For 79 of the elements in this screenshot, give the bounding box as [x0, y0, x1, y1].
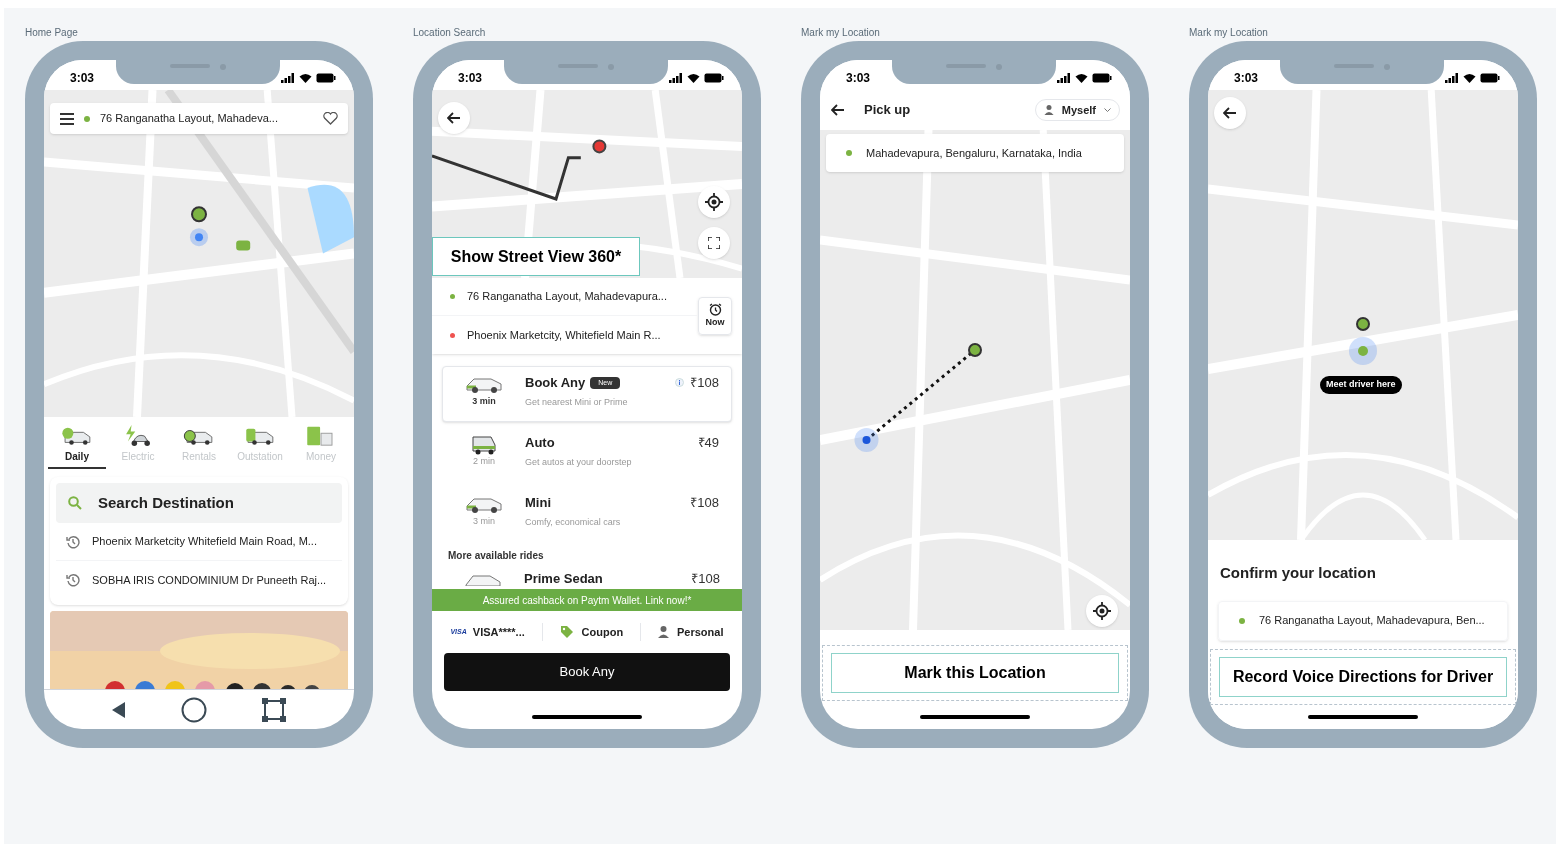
frame-caption: Home Page — [25, 27, 79, 39]
signal-icon — [1445, 73, 1459, 83]
back-arrow-icon — [447, 112, 461, 124]
book-button[interactable]: Book Any — [444, 653, 730, 691]
menu-icon[interactable] — [60, 112, 74, 125]
schedule-button[interactable]: Now — [698, 297, 732, 335]
pickup-address[interactable]: Mahadevapura, Bengaluru, Karnataka, India — [866, 144, 1082, 162]
pickup-address[interactable]: 76 Ranganatha Layout, Mahadevapura... — [467, 288, 667, 305]
locate-icon — [1093, 602, 1111, 620]
signal-icon — [281, 73, 295, 83]
ride-price: ₹108 — [690, 494, 719, 512]
ride-name: Auto — [525, 434, 555, 452]
ride-option[interactable]: 2 min Auto Get autos at your doorstep ₹49 — [442, 426, 732, 482]
search-destination-button[interactable]: Search Destination — [56, 483, 342, 523]
chevron-down-icon — [1104, 107, 1111, 113]
search-icon — [68, 496, 82, 510]
wifi-icon — [687, 73, 700, 83]
back-arrow-icon — [831, 104, 845, 116]
history-icon — [66, 573, 80, 587]
status-time: 3:03 — [458, 70, 483, 87]
alarm-clock-icon — [708, 302, 722, 316]
primary-button[interactable]: Mark this Location — [831, 653, 1119, 693]
pickup-address[interactable]: 76 Ranganatha Layout, Mahadevapura, Ben... — [1259, 612, 1485, 629]
ride-price: ₹108 — [691, 570, 720, 589]
primary-button[interactable]: Record Voice Directions for Driver — [1219, 656, 1507, 697]
back-icon[interactable] — [111, 701, 126, 718]
status-time: 3:03 — [70, 70, 95, 87]
coupon-button[interactable]: Coupon — [559, 623, 624, 641]
pickup-address[interactable]: 76 Ranganatha Layout, Mahadeva... — [100, 110, 278, 127]
battery-icon — [704, 73, 724, 83]
home-icon[interactable] — [181, 696, 207, 723]
tag-icon — [559, 625, 574, 639]
screen-title: Pick up — [864, 101, 911, 120]
heart-icon[interactable] — [323, 112, 338, 125]
locate-icon — [705, 193, 723, 211]
ride-description: Get nearest Mini or Prime — [525, 395, 629, 409]
back-arrow-icon — [1223, 107, 1237, 119]
battery-icon — [1092, 73, 1112, 83]
car-icon — [463, 572, 503, 586]
ride-name: Prime Sedan — [523, 570, 604, 589]
back-button[interactable] — [830, 102, 846, 118]
profile-button[interactable]: Personal — [658, 623, 724, 641]
fullscreen-icon — [708, 237, 720, 249]
wifi-icon — [1075, 73, 1088, 83]
eta-text: 3 min — [473, 515, 495, 528]
drop-address[interactable]: Phoenix Marketcity, Whitefield Main R... — [467, 326, 661, 344]
service-tab[interactable]: Daily — [48, 425, 106, 469]
section-heading: More available rides — [447, 549, 545, 563]
signal-icon — [669, 73, 683, 83]
wifi-icon — [299, 73, 312, 83]
ride-price: ₹49 — [697, 434, 719, 452]
eta-text: 2 min — [473, 455, 495, 468]
person-icon — [1043, 105, 1054, 115]
eta-text: 3 min — [472, 395, 496, 408]
person-icon — [658, 626, 669, 638]
ride-description: Comfy, economical cars — [525, 515, 622, 529]
wifi-icon — [1463, 73, 1476, 83]
ride-name: Book Any — [525, 374, 586, 392]
ride-description: Get autos at your doorstep — [525, 455, 633, 469]
ride-option[interactable]: 3 min Mini Comfy, economical cars ₹108 — [442, 486, 732, 542]
auto-rickshaw-icon — [469, 433, 499, 455]
recent-place[interactable]: Phoenix Marketcity Whitefield Main Road, M... — [92, 533, 317, 550]
recents-icon[interactable] — [262, 697, 287, 722]
history-icon — [66, 534, 80, 549]
frame-caption: Mark my Location — [801, 27, 881, 39]
pin-tooltip: Meet driver here — [1320, 376, 1402, 394]
status-time: 3:03 — [1234, 70, 1259, 87]
street-view-button[interactable]: Show Street View 360* — [432, 237, 640, 276]
sheet-heading: Confirm your location — [1219, 563, 1377, 583]
status-time: 3:03 — [846, 70, 871, 87]
frame-caption: Location Search — [413, 27, 487, 39]
battery-icon — [316, 73, 336, 83]
recent-place[interactable]: SOBHA IRIS CONDOMINIUM Dr Puneeth Raj... — [92, 571, 327, 589]
info-icon[interactable] — [675, 378, 685, 388]
signal-icon — [1057, 73, 1071, 83]
ride-price: ₹108 — [690, 374, 719, 392]
frame-caption: Mark my Location — [1189, 27, 1269, 39]
ride-name: Mini — [525, 494, 551, 512]
battery-icon — [1480, 73, 1500, 83]
